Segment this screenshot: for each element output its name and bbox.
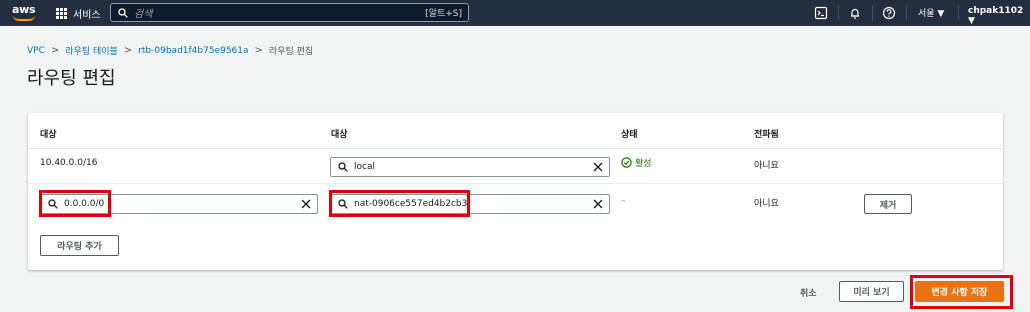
route-status: 활성 xyxy=(621,156,652,169)
remove-route-button[interactable]: 제거 xyxy=(864,194,912,214)
row-divider xyxy=(28,148,1003,149)
add-route-button[interactable]: 라우팅 추가 xyxy=(40,235,119,256)
clear-icon[interactable] xyxy=(593,162,603,172)
nav-divider xyxy=(838,5,839,21)
breadcrumb-route-tables[interactable]: 라우팅 테이블 xyxy=(65,44,118,57)
route-status-text: – xyxy=(621,196,626,206)
search-icon xyxy=(338,162,348,172)
breadcrumb-route-table-id[interactable]: rtb-09bad1f4b75e9561a xyxy=(138,46,248,56)
top-nav: aws 서비스 검색 [알트+S] 서울 ▼ chpak1102 ▼ xyxy=(0,0,1030,26)
help-icon[interactable] xyxy=(882,6,896,20)
check-circle-icon xyxy=(621,157,632,168)
highlight-box xyxy=(39,190,111,217)
search-placeholder: 검색 xyxy=(134,9,153,20)
grid-icon xyxy=(56,7,67,19)
search-icon xyxy=(118,7,128,18)
highlight-box xyxy=(910,275,1013,309)
search-shortcut: [알트+S] xyxy=(425,9,462,19)
route-target-input[interactable]: local xyxy=(330,157,610,177)
cloudshell-icon[interactable] xyxy=(814,6,828,20)
breadcrumb-separator: > xyxy=(123,45,133,56)
route-propagated-text: 아니요 xyxy=(754,161,779,171)
preview-button[interactable]: 미리 보기 xyxy=(839,281,904,302)
services-label: 서비스 xyxy=(73,9,101,21)
region-selector[interactable]: 서울 ▼ xyxy=(918,6,944,19)
breadcrumb-separator: > xyxy=(254,45,263,56)
column-header-status: 상태 xyxy=(621,130,638,140)
breadcrumb-vpc[interactable]: VPC xyxy=(27,46,45,56)
route-target-value: local xyxy=(354,162,375,172)
clear-icon[interactable] xyxy=(301,199,311,209)
aws-smile-icon xyxy=(13,15,35,21)
breadcrumb: VPC > 라우팅 테이블 > rtb-09bad1f4b75e9561a > … xyxy=(27,44,313,57)
column-header-destination: 대상 xyxy=(40,130,57,140)
account-menu[interactable]: chpak1102 ▼ xyxy=(968,6,1030,26)
breadcrumb-current: 라우팅 편집 xyxy=(268,47,314,57)
route-status-text: 활성 xyxy=(635,159,652,169)
route-destination-text: 10.40.0.0/16 xyxy=(40,158,98,168)
column-header-target: 대상 xyxy=(331,130,348,140)
nav-divider xyxy=(906,5,907,21)
aws-logo[interactable]: aws xyxy=(10,2,40,24)
services-menu[interactable]: 서비스 xyxy=(56,5,101,21)
route-propagated-text: 아니요 xyxy=(754,199,779,209)
cancel-button[interactable]: 취소 xyxy=(800,286,817,299)
row-divider xyxy=(28,183,1003,184)
breadcrumb-separator: > xyxy=(50,45,60,56)
bell-icon[interactable] xyxy=(848,6,862,20)
highlight-box xyxy=(329,190,470,217)
global-search-input[interactable]: 검색 [알트+S] xyxy=(110,3,469,22)
column-header-propagated: 전파됨 xyxy=(754,130,779,140)
page-title: 라우팅 편집 xyxy=(27,68,116,89)
nav-divider xyxy=(958,5,959,21)
routes-panel: 대상 대상 상태 전파됨 10.40.0.0/16 local 활성 아니요 0… xyxy=(28,113,1003,270)
nav-divider xyxy=(872,5,873,21)
clear-icon[interactable] xyxy=(593,199,603,209)
